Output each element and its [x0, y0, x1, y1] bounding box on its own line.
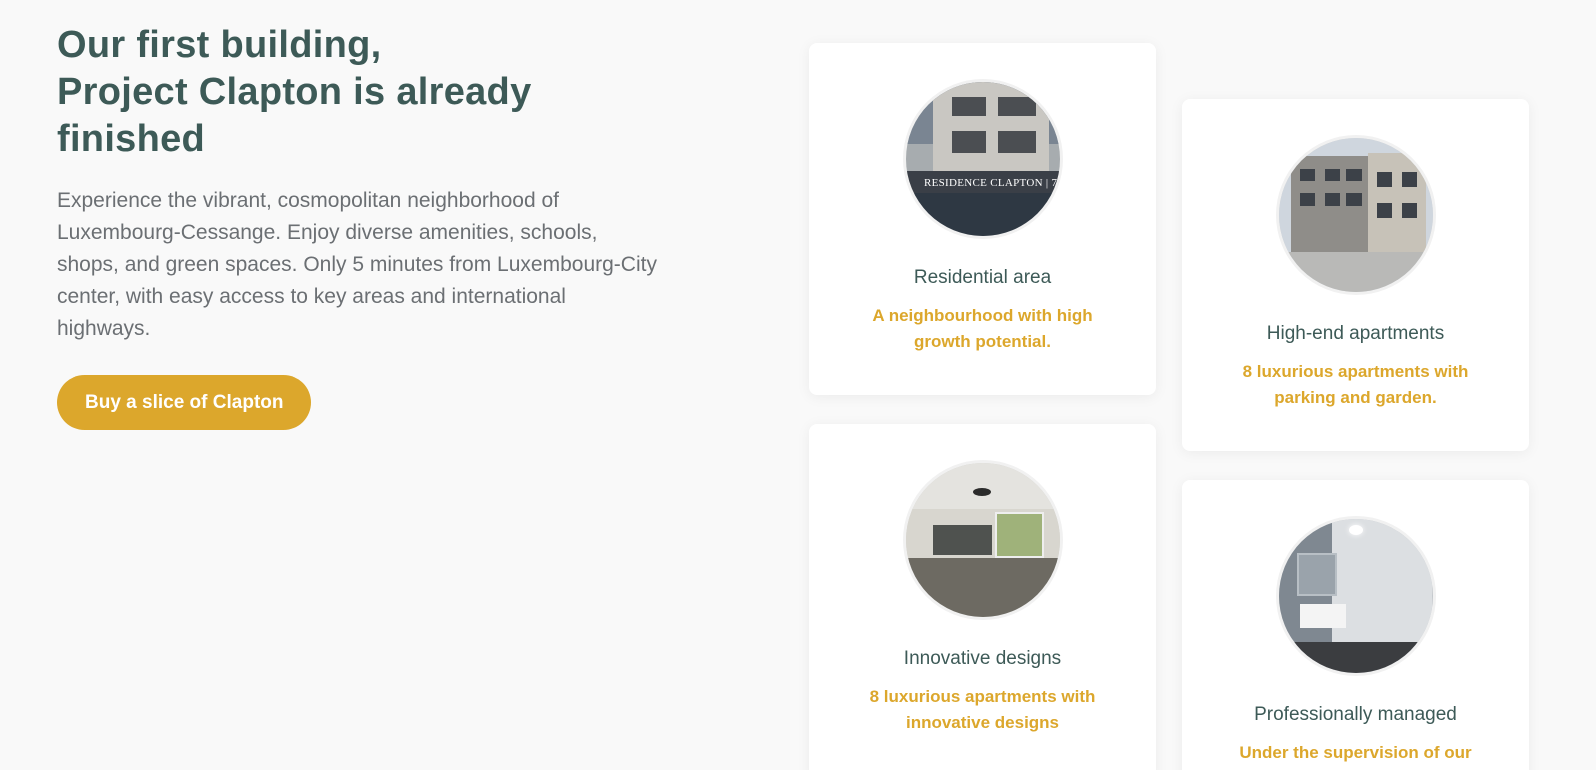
card-title: Innovative designs [903, 648, 1062, 669]
residential-building-photo: RESIDENCE CLAPTON | 7 [902, 79, 1063, 239]
card-text: 8 luxurious apartments with parking and … [1242, 362, 1469, 407]
feature-card-high-end: High-end apartments 8 luxurious apartmen… [1182, 99, 1529, 451]
interior-room-photo [902, 460, 1063, 620]
hero-section: Our first building, Project Clapton is a… [57, 22, 657, 430]
card-title: Professionally managed [1254, 704, 1457, 725]
page-title-line: Project Clapton is already [57, 71, 532, 113]
intro-paragraph: Experience the vibrant, cosmopolitan nei… [57, 189, 657, 340]
page-title-line: Our first building, [57, 24, 382, 66]
card-text: Under the supervision of our [1239, 743, 1472, 762]
page: Our first building, Project Clapton is a… [0, 0, 1596, 770]
page-title: Our first building, Project Clapton is a… [57, 22, 657, 163]
feature-card-managed: Professionally managed Under the supervi… [1182, 480, 1529, 770]
card-title: Residential area [913, 267, 1052, 288]
feature-card-designs: Innovative designs 8 luxurious apartment… [809, 424, 1156, 770]
card-text: 8 luxurious apartments with innovative d… [869, 687, 1096, 732]
card-text: A neighbourhood with high growth potenti… [872, 306, 1093, 351]
feature-card-residential: RESIDENCE CLAPTON | 7 Residential area A… [809, 43, 1156, 395]
apartment-street-photo [1275, 135, 1436, 295]
residence-sign-text: RESIDENCE CLAPTON | 7 [923, 177, 1058, 190]
buy-slice-button[interactable]: Buy a slice of Clapton [57, 375, 312, 430]
card-title: High-end apartments [1266, 323, 1445, 344]
bathroom-photo [1275, 516, 1436, 676]
page-title-line: finished [57, 118, 206, 160]
